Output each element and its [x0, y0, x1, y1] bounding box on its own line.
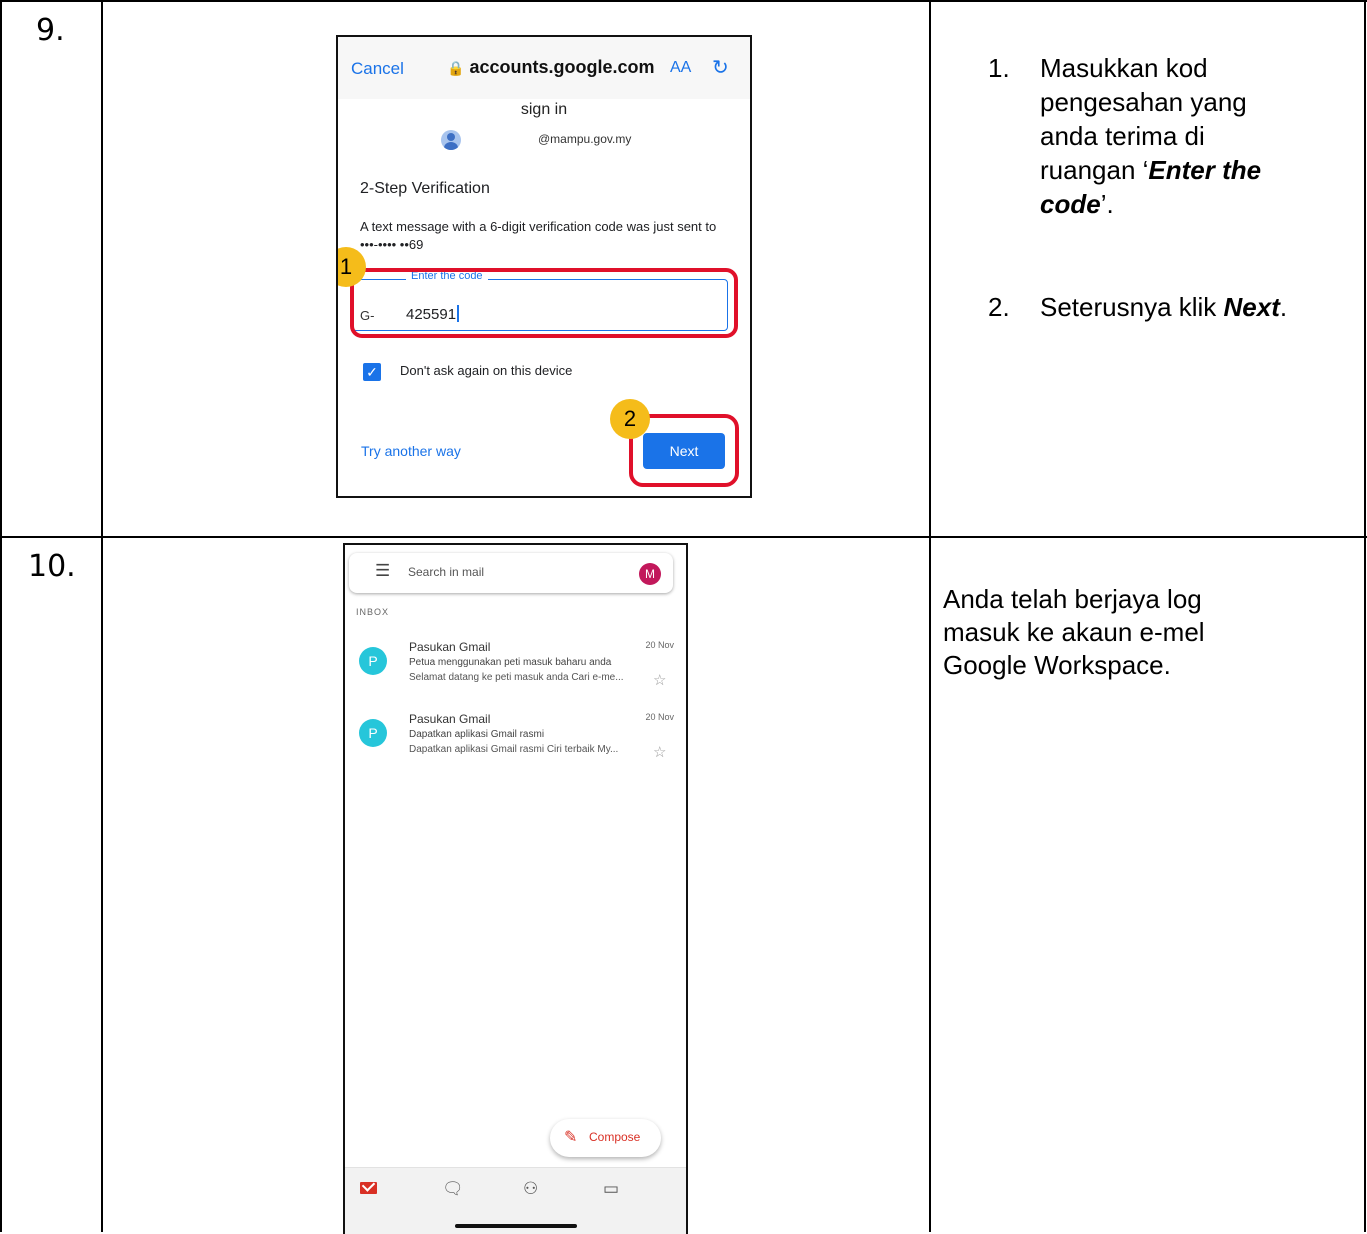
lock-icon: 🔒 [447, 60, 465, 76]
search-input[interactable]: Search in mail [408, 565, 484, 579]
email-date: 20 Nov [645, 640, 674, 650]
avatar [441, 130, 461, 150]
sender-avatar: P [359, 719, 387, 747]
star-icon[interactable]: ☆ [653, 743, 666, 761]
search-bar[interactable]: ☰ Search in mail M [349, 553, 673, 593]
table-border-top [0, 0, 1367, 2]
pencil-icon: ✎ [564, 1129, 578, 1146]
instruction-text: ruangan ‘ [1040, 155, 1149, 185]
instruction-emphasis: code [1040, 189, 1101, 219]
verification-screenshot: Cancel 🔒 accounts.google.com AA ↻ sign in… [336, 35, 752, 498]
table-column-divider [101, 0, 103, 1232]
compose-button[interactable]: ✎ Compose [550, 1119, 661, 1157]
text-size-label: AA [670, 59, 692, 76]
instruction-item: 2. Seterusnya klik Next. [988, 291, 1363, 331]
list-item[interactable]: P Pasukan Gmail 20 Nov Petua menggunakan… [345, 640, 686, 710]
sender-avatar: P [359, 647, 387, 675]
table-border-right [1364, 0, 1366, 1232]
instruction-number: 1. [988, 53, 1010, 83]
star-icon[interactable]: ☆ [653, 671, 666, 689]
instruction-text: ’. [1100, 189, 1114, 219]
page-subtitle: sign in [520, 101, 568, 118]
description: Anda telah berjaya log masuk ke akaun e-… [943, 583, 1343, 693]
description-line: masuk ke akaun e-mel [943, 617, 1205, 647]
email-subject: Petua menggunakan peti masuk baharu anda [409, 657, 612, 668]
account-email: @mampu.gov.my [538, 132, 632, 146]
description-line: Google Workspace. [943, 650, 1171, 680]
instruction-line: code’. [1040, 188, 1114, 221]
instruction-item: 1. Masukkan kod pengesahan yang anda ter… [988, 52, 1358, 292]
reload-icon[interactable]: ↻ [712, 55, 729, 80]
instruction-line: ruangan ‘Enter the [1040, 154, 1261, 187]
instruction-text: Seterusnya klik [1040, 292, 1224, 322]
gmail-screenshot: ☰ Search in mail M INBOX P Pasukan Gmail… [343, 543, 688, 1234]
step-badge: 2 [610, 399, 650, 439]
instruction-line: Seterusnya klik Next. [1040, 291, 1287, 324]
description-line: Anda telah berjaya log [943, 584, 1202, 614]
address-bar[interactable]: 🔒 accounts.google.com [447, 57, 654, 78]
email-date: 20 Nov [645, 712, 674, 722]
verification-message: A text message with a 6-digit verificati… [360, 219, 717, 252]
instruction-text: . [1279, 292, 1288, 322]
url-text: accounts.google.com [469, 57, 655, 77]
email-sender: Pasukan Gmail [409, 640, 491, 654]
menu-icon[interactable]: ☰ [375, 561, 390, 581]
instruction-line: pengesahan yang [1040, 87, 1247, 117]
instruction-emphasis: Next [1223, 292, 1280, 322]
highlight-box [350, 268, 738, 338]
home-indicator [455, 1224, 577, 1228]
mail-icon[interactable] [360, 1182, 377, 1194]
table-row-divider [0, 536, 1367, 538]
step-number: 10. [28, 549, 76, 584]
remember-checkbox[interactable]: ✓ [363, 363, 381, 381]
email-snippet: Dapatkan aplikasi Gmail rasmi Ciri terba… [409, 744, 619, 755]
email-sender: Pasukan Gmail [409, 712, 491, 726]
account-avatar[interactable]: M [639, 563, 661, 585]
chat-icon[interactable]: 🗨 [442, 1179, 464, 1199]
table-border-left [0, 0, 2, 1232]
try-another-way-link[interactable]: Try another way [361, 443, 461, 459]
instruction-number: 2. [988, 292, 1010, 322]
cancel-button[interactable]: Cancel [351, 59, 404, 79]
meet-icon[interactable]: ▭ [603, 1179, 619, 1199]
email-subject: Dapatkan aplikasi Gmail rasmi [409, 729, 545, 740]
email-snippet: Selamat datang ke peti masuk anda Cari e… [409, 672, 624, 683]
list-item[interactable]: P Pasukan Gmail 20 Nov Dapatkan aplikasi… [345, 712, 686, 782]
instruction-line: Masukkan kod [1040, 53, 1208, 83]
remember-label: Don't ask again on this device [400, 363, 573, 378]
compose-label: Compose [589, 1130, 641, 1144]
text-size-button[interactable]: AA [670, 59, 691, 77]
page-title: 2-Step Verification [360, 180, 490, 197]
step-number: 9. [36, 13, 65, 48]
inbox-label: INBOX [356, 607, 390, 617]
spaces-icon[interactable]: ⚇ [523, 1179, 538, 1199]
table-column-divider [929, 0, 931, 1232]
instruction-emphasis: Enter the [1148, 155, 1262, 185]
instruction-line: anda terima di [1040, 121, 1205, 151]
